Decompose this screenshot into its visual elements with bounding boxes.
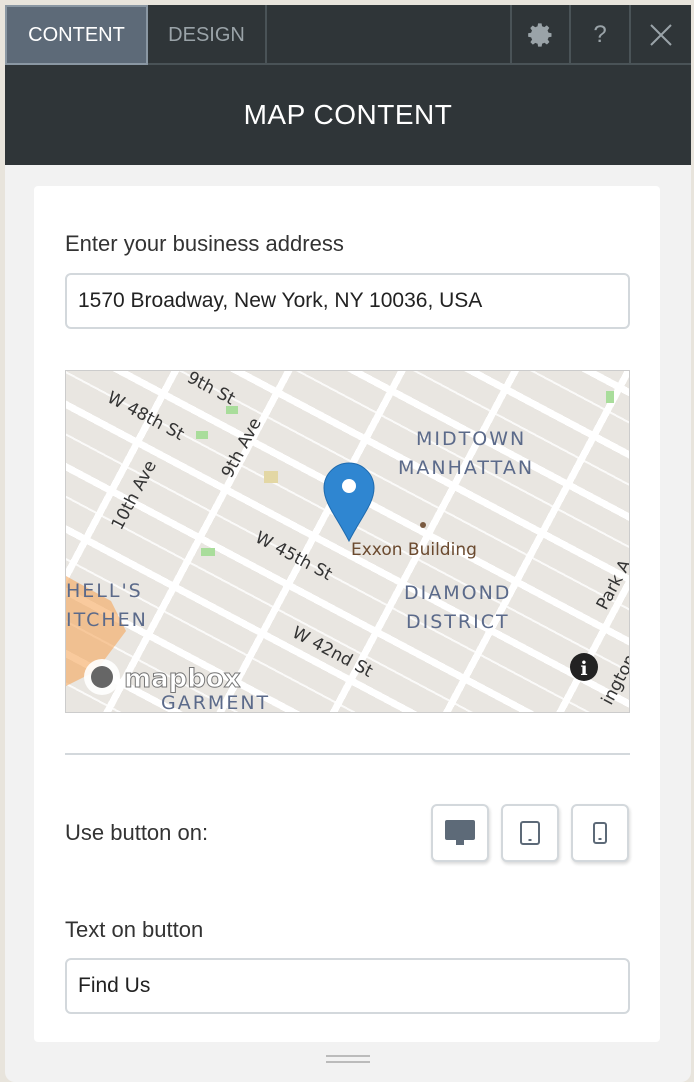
address-input[interactable]: 1570 Broadway, New York, NY 10036, USA	[65, 273, 630, 329]
desktop-icon	[445, 820, 475, 845]
desktop-toggle[interactable]	[431, 804, 489, 862]
gear-icon	[527, 23, 551, 47]
map-label: 10th Ave	[108, 457, 161, 533]
close-icon	[650, 24, 672, 46]
tablet-icon	[520, 821, 540, 845]
poi-label: Exxon Building	[351, 540, 477, 560]
tablet-toggle[interactable]	[501, 804, 559, 862]
use-button-label: Use button on:	[65, 820, 209, 845]
map-label: 9th Ave	[218, 415, 266, 482]
map-label: MIDTOWN	[416, 428, 526, 450]
svg-text:mapbox: mapbox	[124, 664, 241, 694]
map-label: HELL'S	[66, 580, 143, 602]
map-label: GARMENT	[161, 692, 270, 713]
help-icon: ?	[593, 21, 607, 48]
tab-bar: CONTENT DESIGN ?	[5, 5, 691, 65]
mobile-toggle[interactable]	[571, 804, 629, 862]
address-label: Enter your business address	[65, 231, 344, 256]
map-label: W 45th St	[252, 528, 336, 585]
map-settings-panel: CONTENT DESIGN ? MAP CONTENT Enter your …	[5, 5, 691, 1082]
map-label: MANHATTAN	[398, 457, 534, 479]
map-label: W 42nd St	[289, 623, 377, 682]
map-label: DIAMOND	[404, 582, 511, 604]
map-tiles: W 48th St 9th St 10th Ave 9th Ave W 45th…	[66, 371, 630, 713]
map-label: 9th St	[184, 371, 239, 410]
content-card: Enter your business address 1570 Broadwa…	[34, 186, 660, 1042]
close-button[interactable]	[631, 5, 691, 65]
help-button[interactable]: ?	[571, 5, 631, 65]
map-label: ITCHEN	[66, 609, 148, 631]
tab-design[interactable]: DESIGN	[148, 5, 267, 65]
info-icon[interactable]: i	[570, 653, 598, 681]
mapbox-logo: mapbox	[84, 659, 241, 695]
button-text-label: Text on button	[65, 917, 204, 942]
map-preview[interactable]: W 48th St 9th St 10th Ave 9th Ave W 45th…	[65, 370, 630, 713]
tab-content[interactable]: CONTENT	[5, 5, 148, 65]
map-label: DISTRICT	[406, 611, 510, 633]
page-title: MAP CONTENT	[5, 65, 691, 165]
map-label: ington	[598, 651, 630, 708]
map-label: W 48th St	[104, 388, 188, 445]
settings-button[interactable]	[510, 5, 571, 65]
divider	[65, 753, 630, 755]
map-label: Park A	[593, 556, 630, 613]
map-pin-icon[interactable]	[323, 462, 375, 543]
resize-handle[interactable]	[326, 1055, 370, 1063]
button-text-input[interactable]: Find Us	[65, 958, 630, 1014]
mobile-icon	[593, 822, 607, 844]
svg-text:i: i	[580, 658, 587, 680]
